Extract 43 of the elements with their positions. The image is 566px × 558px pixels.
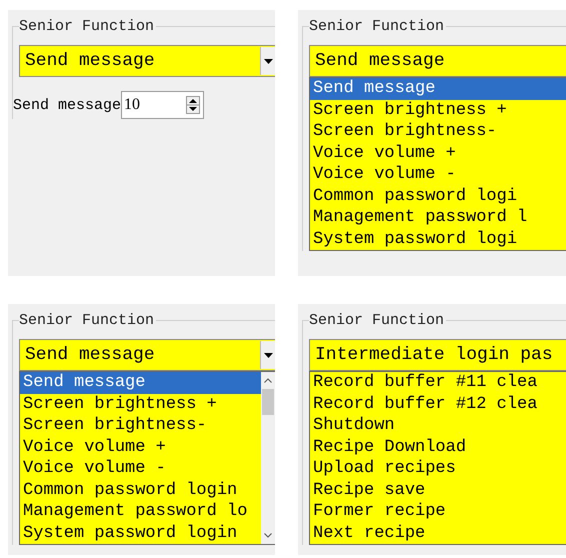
- number-spinner-field[interactable]: 10: [121, 91, 204, 119]
- list-option[interactable]: Shutdown: [310, 415, 566, 436]
- list-option[interactable]: System password logi: [310, 228, 566, 250]
- dropdown-arrow-button[interactable]: [260, 341, 275, 369]
- list-option[interactable]: Management password lo: [20, 501, 261, 522]
- group-title: Senior Function: [19, 18, 156, 35]
- scroll-up-icon[interactable]: [264, 378, 272, 383]
- list-option[interactable]: Voice volume +: [310, 142, 566, 164]
- scrollbar[interactable]: [261, 372, 275, 544]
- group-title: Senior Function: [309, 18, 446, 35]
- list-option[interactable]: Voice volume +: [20, 436, 261, 458]
- group-title: Senior Function: [309, 312, 446, 329]
- list-option[interactable]: Recipe save: [310, 480, 566, 501]
- dropdown-field[interactable]: Intermediate login pas: [309, 339, 566, 371]
- list-option[interactable]: Upload recipes: [310, 458, 566, 480]
- dropdown-field[interactable]: Send message: [309, 45, 566, 77]
- list-option[interactable]: Send message: [20, 372, 261, 394]
- list-option[interactable]: Record buffer #12 clea: [310, 394, 566, 415]
- list-option[interactable]: System password login: [20, 522, 261, 544]
- list-option[interactable]: Next recipe: [310, 522, 566, 544]
- list-option[interactable]: Screen brightness +: [310, 100, 566, 121]
- group-title: Senior Function: [19, 312, 156, 329]
- scroll-down-icon[interactable]: [264, 533, 272, 538]
- list-option[interactable]: Voice volume -: [310, 164, 566, 186]
- spinner-label: Send message: [13, 96, 122, 114]
- list-option[interactable]: Common password logi: [310, 186, 566, 207]
- list-option[interactable]: Screen brightness-: [310, 121, 566, 142]
- dropdown-arrow-button[interactable]: [260, 47, 275, 75]
- dropdown-field[interactable]: Send message: [19, 45, 275, 77]
- scroll-thumb[interactable]: [262, 389, 274, 415]
- list-option[interactable]: Record buffer #11 clea: [310, 372, 566, 394]
- list-option[interactable]: Voice volume -: [20, 458, 261, 480]
- dropdown-field[interactable]: Send message: [19, 339, 275, 371]
- list-option[interactable]: Management password l: [310, 207, 566, 228]
- caret-icon: [264, 352, 272, 358]
- list-option[interactable]: Common password login: [20, 480, 261, 501]
- list-option[interactable]: Recipe Download: [310, 436, 566, 458]
- list-option[interactable]: Screen brightness +: [20, 394, 261, 415]
- list-option[interactable]: Former recipe: [310, 501, 566, 522]
- list-option[interactable]: Screen brightness-: [20, 415, 261, 436]
- list-option[interactable]: Send message: [310, 78, 566, 100]
- caret-icon: [264, 58, 272, 64]
- spinner-arrows-icon[interactable]: [186, 96, 200, 114]
